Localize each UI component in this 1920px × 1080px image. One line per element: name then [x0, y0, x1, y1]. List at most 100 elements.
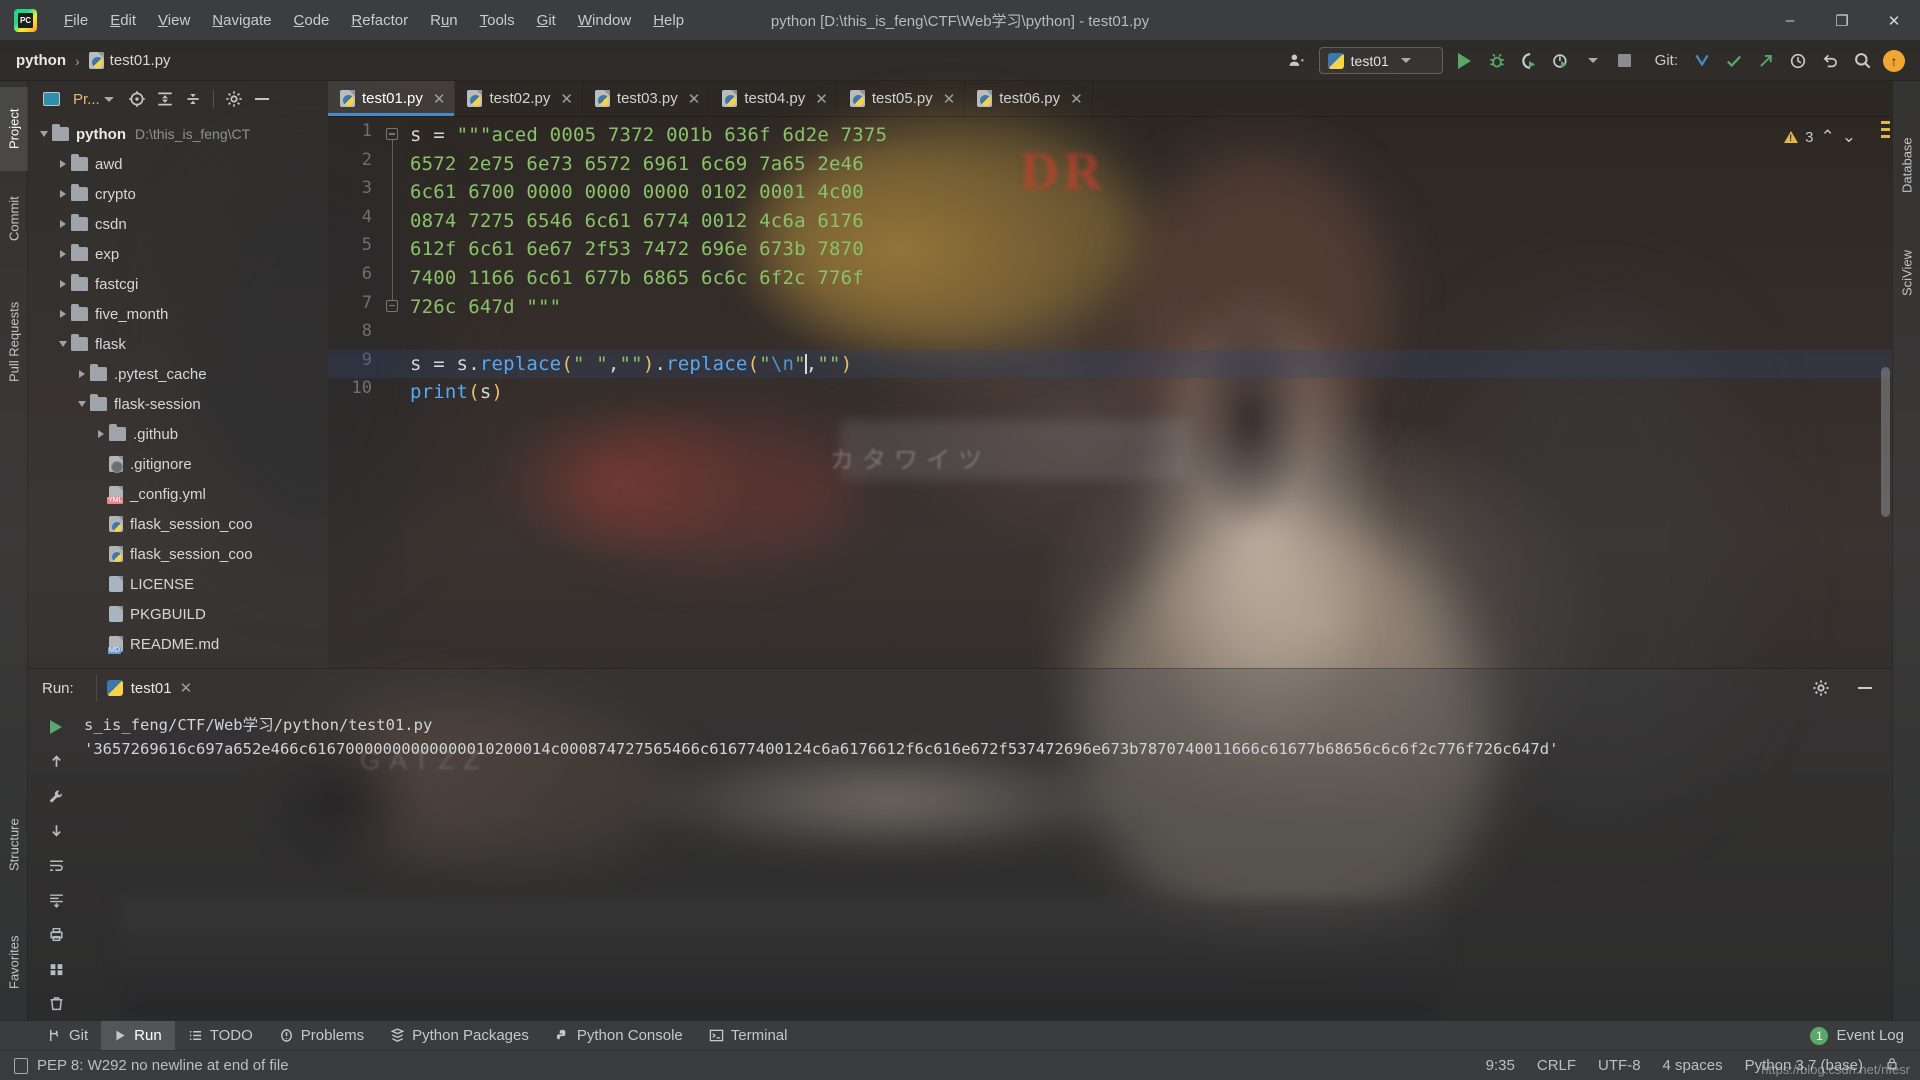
tree-item-config-yml[interactable]: _config.yml	[28, 479, 328, 509]
chevron-down-icon[interactable]	[40, 131, 48, 137]
tree-item-pytest-cache[interactable]: .pytest_cache	[28, 359, 328, 389]
code-line-9[interactable]: s = s.replace(" ","").replace("\n","")	[410, 350, 852, 379]
chevron-right-icon[interactable]	[60, 280, 66, 288]
editor-marker[interactable]	[1881, 135, 1890, 138]
editor-tab-test03[interactable]: test03.py ✕	[583, 81, 711, 116]
close-icon[interactable]: ✕	[1070, 90, 1083, 108]
tree-item-csdn[interactable]: csdn	[28, 209, 328, 239]
menu-item-edit[interactable]: Edit	[99, 7, 147, 34]
sidebar-item-structure[interactable]: Structure	[0, 790, 28, 900]
menu-item-git[interactable]: Git	[526, 7, 567, 34]
code-content[interactable]: s = """aced 0005 7372 001b 636f 6d2e 737…	[328, 117, 1892, 668]
editor-scrollbar[interactable]	[1881, 367, 1890, 517]
updates-badge-icon[interactable]: ↑	[1879, 46, 1909, 76]
hide-panel-icon[interactable]	[1848, 671, 1882, 705]
inspection-widget[interactable]: 3 ⌃ ⌄	[1784, 127, 1856, 147]
menu-item-refactor[interactable]: Refactor	[340, 7, 419, 34]
tool-window-button-todo[interactable]: TODO	[175, 1021, 266, 1051]
profile-dropdown-icon[interactable]	[1578, 46, 1608, 76]
wrench-icon[interactable]	[39, 780, 73, 813]
scroll-to-end-icon[interactable]	[39, 884, 73, 917]
scroll-down-icon[interactable]	[39, 815, 73, 848]
chevron-down-icon[interactable]	[59, 341, 67, 347]
editor-tab-test02[interactable]: test02.py ✕	[455, 81, 583, 116]
editor-tab-test05[interactable]: test05.py ✕	[838, 81, 966, 116]
tree-item-exp[interactable]: exp	[28, 239, 328, 269]
sidebar-item-favorites[interactable]: Favorites	[0, 908, 28, 1016]
project-panel-chevron-down-icon[interactable]	[103, 96, 114, 102]
close-icon[interactable]: ✕	[815, 90, 828, 108]
code-line-3[interactable]: 6c61 6700 0000 0000 0000 0102 0001 4c00	[410, 178, 864, 207]
close-icon[interactable]: ✕	[943, 90, 956, 108]
tree-item-pkgbuild[interactable]: PKGBUILD	[28, 599, 328, 629]
menu-item-window[interactable]: Window	[567, 7, 642, 34]
code-line-4[interactable]: 0874 7275 6546 6c61 6774 0012 4c6a 6176	[410, 207, 864, 236]
debug-icon[interactable]	[1482, 46, 1512, 76]
tree-item-flask-session-coo[interactable]: flask_session_coo	[28, 509, 328, 539]
tree-item-flask-session-coo[interactable]: flask_session_coo	[28, 539, 328, 569]
stop-icon[interactable]	[1610, 46, 1640, 76]
search-everywhere-icon[interactable]	[1847, 46, 1877, 76]
scroll-up-icon[interactable]	[39, 746, 73, 779]
code-line-10[interactable]: print(s)	[410, 378, 503, 407]
chevron-right-icon[interactable]	[60, 220, 66, 228]
tree-item-github[interactable]: .github	[28, 419, 328, 449]
tool-window-button-python-console[interactable]: Python Console	[542, 1021, 696, 1051]
tree-item-license[interactable]: LICENSE	[28, 569, 328, 599]
collapse-all-icon[interactable]	[180, 86, 206, 112]
code-line-5[interactable]: 612f 6c61 6e67 2f53 7472 696e 673b 7870	[410, 235, 864, 264]
menu-item-file[interactable]: File	[53, 7, 99, 34]
menu-item-view[interactable]: View	[147, 7, 201, 34]
inspection-next-icon[interactable]: ⌄	[1842, 127, 1856, 147]
sidebar-item-pull-requests[interactable]: Pull Requests	[0, 267, 28, 417]
tool-window-button-python-packages[interactable]: Python Packages	[377, 1021, 542, 1051]
editor-marker[interactable]	[1881, 121, 1890, 124]
inspection-prev-icon[interactable]: ⌃	[1821, 127, 1835, 147]
git-commit-icon[interactable]	[1719, 46, 1749, 76]
console-output[interactable]: s_is_feng/CTF/Web学习/python/test01.py '365…	[84, 707, 1892, 1020]
profile-icon[interactable]	[1546, 46, 1576, 76]
expand-all-icon[interactable]	[152, 86, 178, 112]
menu-item-code[interactable]: Code	[283, 7, 341, 34]
minimize-button[interactable]: –	[1764, 0, 1816, 41]
tree-item-python[interactable]: python D:\this_is_feng\CT	[28, 119, 328, 149]
menu-item-navigate[interactable]: Navigate	[201, 7, 282, 34]
code-line-2[interactable]: 6572 2e75 6e73 6572 6961 6c69 7a65 2e46	[410, 150, 864, 179]
chevron-down-icon[interactable]	[1400, 58, 1411, 63]
tree-item-awd[interactable]: awd	[28, 149, 328, 179]
editor-gutter[interactable]: 1 2 3 4 5 6 7 8 9 10	[328, 117, 406, 668]
settings-gear-icon[interactable]	[221, 86, 247, 112]
run-coverage-icon[interactable]	[1514, 46, 1544, 76]
settings-gear-icon[interactable]	[1804, 671, 1838, 705]
tool-window-button-terminal[interactable]: Terminal	[696, 1021, 801, 1051]
project-view-icon[interactable]	[38, 86, 64, 112]
tree-item-fastcgi[interactable]: fastcgi	[28, 269, 328, 299]
editor-tab-test04[interactable]: test04.py ✕	[710, 81, 838, 116]
close-icon[interactable]: ✕	[688, 90, 701, 108]
breadcrumb-project[interactable]: python	[16, 52, 66, 69]
editor-tab-test06[interactable]: test06.py ✕	[965, 81, 1093, 116]
indent-setting[interactable]: 4 spaces	[1652, 1057, 1734, 1074]
sidebar-item-database[interactable]: Database	[1893, 115, 1920, 215]
python-interpreter[interactable]: Python 3.7 (base)	[1734, 1057, 1874, 1074]
maximize-button[interactable]: ❐	[1816, 0, 1868, 41]
chevron-right-icon[interactable]	[98, 430, 104, 438]
line-separator[interactable]: CRLF	[1526, 1057, 1587, 1074]
code-line-6[interactable]: 7400 1166 6c61 677b 6865 6c6c 6f2c 776f	[410, 264, 864, 293]
fold-end-icon[interactable]	[386, 299, 398, 312]
hide-panel-icon[interactable]	[249, 86, 275, 112]
close-button[interactable]: ✕	[1868, 0, 1920, 41]
menu-item-help[interactable]: Help	[642, 7, 695, 34]
menu-item-tools[interactable]: Tools	[469, 7, 526, 34]
sidebar-item-project[interactable]: Project	[0, 87, 28, 171]
run-icon[interactable]	[1450, 46, 1480, 76]
tree-item-crypto[interactable]: crypto	[28, 179, 328, 209]
menu-item-run[interactable]: Run	[419, 7, 469, 34]
soft-wrap-icon[interactable]	[39, 849, 73, 882]
encoding[interactable]: UTF-8	[1587, 1057, 1652, 1074]
history-icon[interactable]	[1783, 46, 1813, 76]
print-icon[interactable]	[39, 918, 73, 951]
chevron-right-icon[interactable]	[60, 250, 66, 258]
rollback-icon[interactable]	[1815, 46, 1845, 76]
editor-marker[interactable]	[1881, 128, 1890, 131]
